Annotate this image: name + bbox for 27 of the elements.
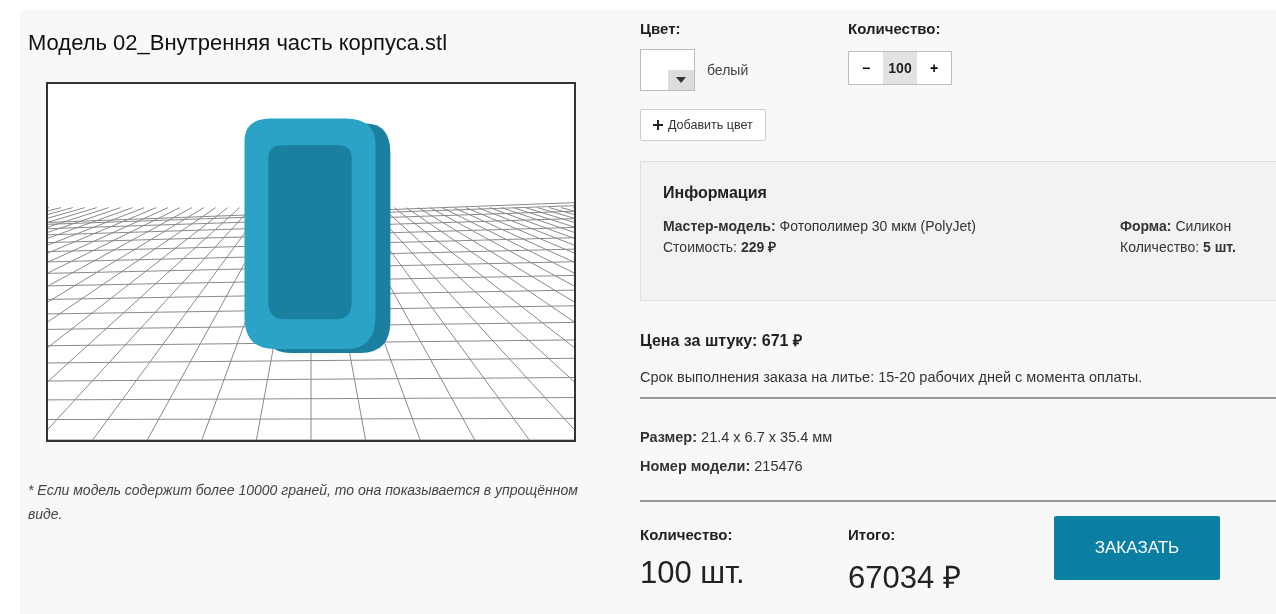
- info-line: Стоимость: 229 ₽: [663, 238, 778, 257]
- color-name: белый: [707, 62, 749, 78]
- total-label: Итого:: [848, 526, 897, 543]
- info-line: Форма: Силикон: [1120, 217, 1233, 236]
- model-preview-drawing[interactable]: [46, 82, 576, 442]
- quantity-label: Количество:: [848, 20, 942, 37]
- order-button[interactable]: ЗАКАЗАТЬ: [1054, 516, 1220, 580]
- color-label: Цвет:: [640, 20, 682, 37]
- lead-time-text: Срок выполнения заказа на литье: 15-20 рабочих дней с момента оплаты.: [640, 369, 1144, 385]
- color-dropdown[interactable]: [640, 49, 695, 91]
- quantity-label: Количество:: [640, 526, 734, 543]
- increment-button[interactable]: +: [917, 52, 951, 84]
- info-line: Мастер-модель: Фотополимер 30 мкм (PolyJet): [663, 217, 977, 236]
- plus-icon: [653, 120, 663, 130]
- spec-line: Размер: 21.4 x 6.7 x 35.4 мм: [640, 429, 834, 445]
- info-line: Количество: 5 шт.: [1120, 238, 1237, 257]
- spec-line: Номер модели: 215476: [640, 458, 804, 474]
- total-quantity: 100 шт.: [640, 555, 746, 591]
- add-color-button[interactable]: Добавить цвет: [640, 109, 766, 141]
- caret-icon: [676, 77, 686, 83]
- decrement-button[interactable]: −: [849, 52, 883, 84]
- unit-price: Цена за штуку: 671 ₽: [640, 331, 803, 351]
- quantity-value[interactable]: 100: [883, 52, 917, 84]
- model-title: Модель 02_Внутренняя часть корпуса.stl: [28, 30, 449, 56]
- footnote: * Если модель содержит более 10000 граней, то она показывается в упрощённом виде.: [28, 481, 579, 524]
- info-title: Информация: [663, 184, 768, 202]
- total-price: 67034 ₽: [848, 559, 962, 597]
